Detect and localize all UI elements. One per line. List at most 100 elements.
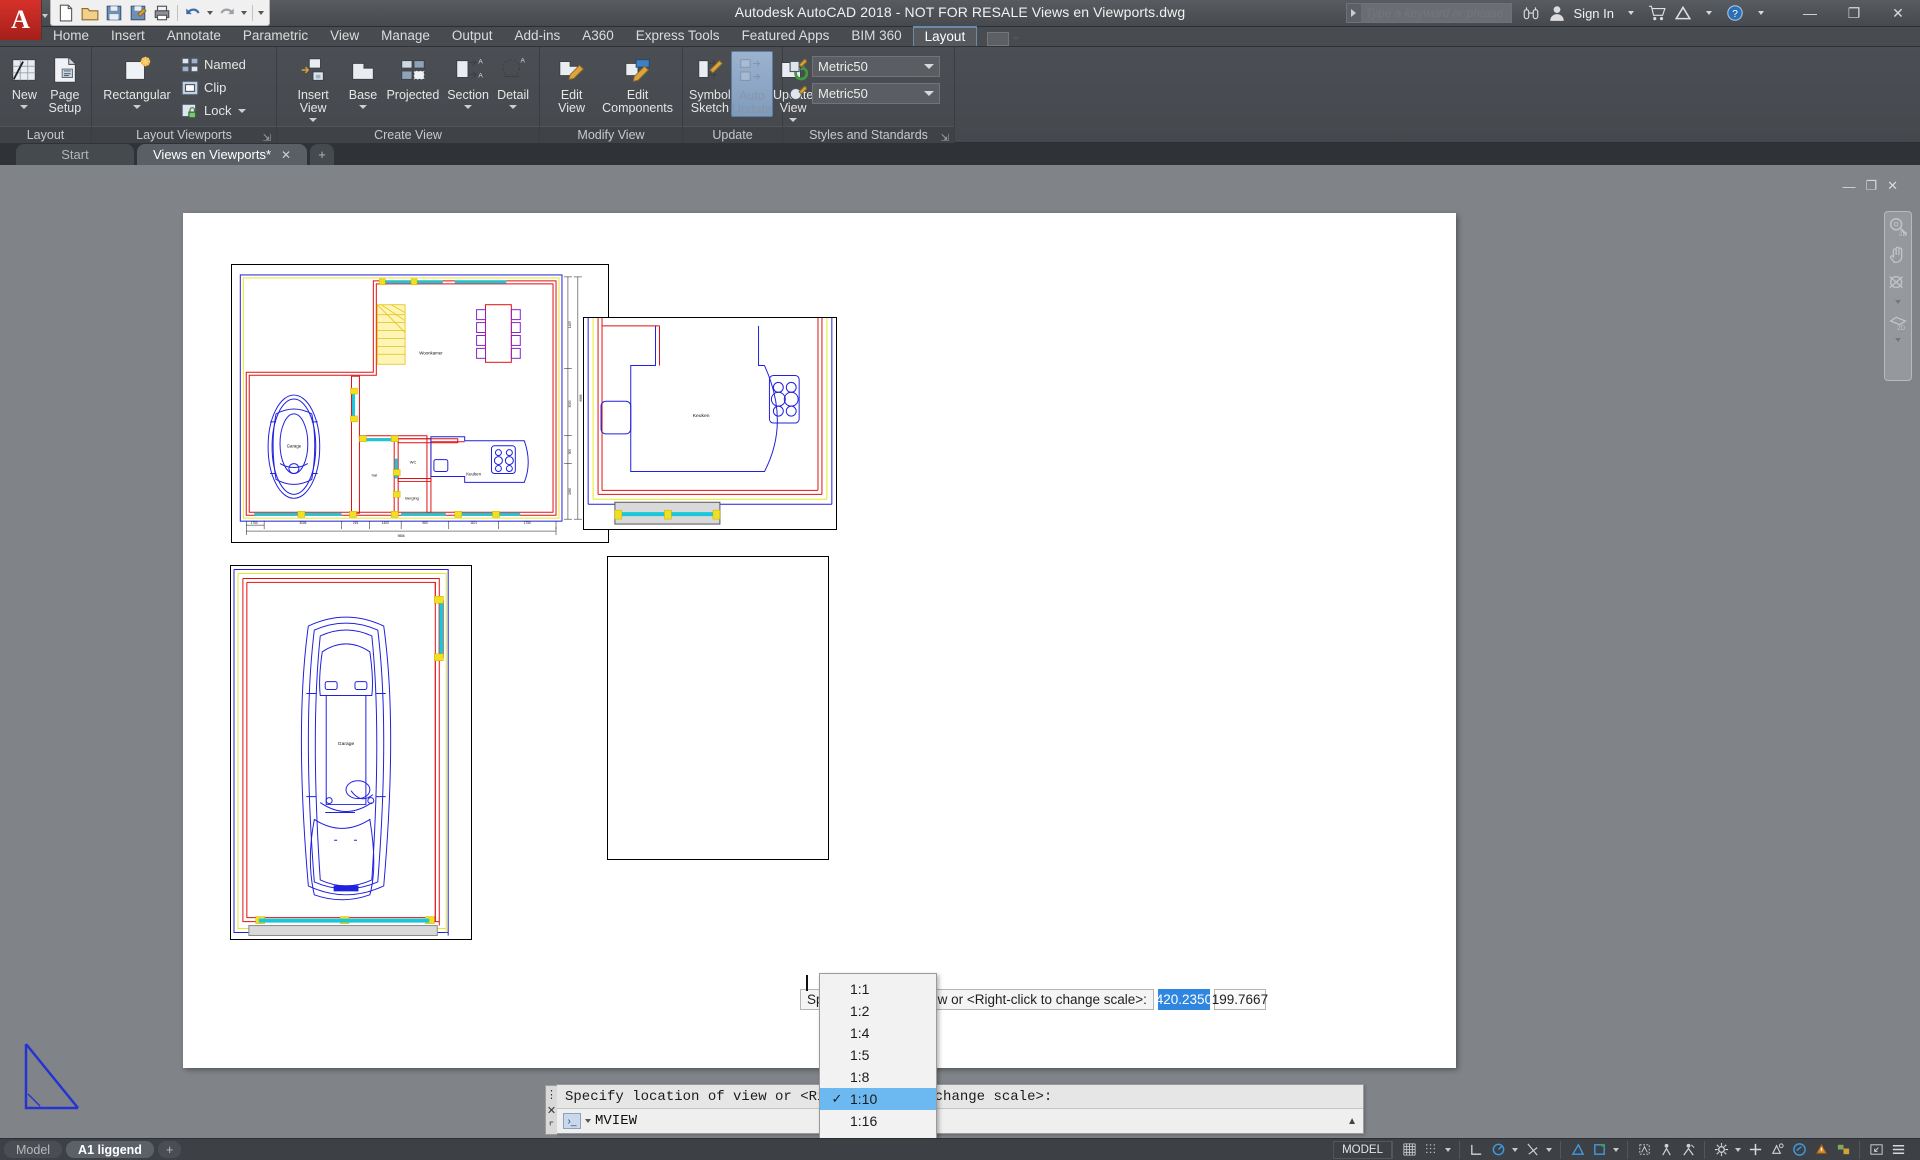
ribbon-tab-view[interactable]: View xyxy=(319,26,370,46)
symbol-sketch-button[interactable]: Symbol Sketch xyxy=(689,51,731,115)
detail-style-select[interactable]: Metric50 xyxy=(812,83,940,104)
scale-option-1-20[interactable]: 1:20 xyxy=(820,1132,936,1138)
ribbon-minimize-dropdown-icon[interactable] xyxy=(1013,37,1020,41)
ribbon-tab-insert[interactable]: Insert xyxy=(100,26,156,46)
ribbon-tab-annotate[interactable]: Annotate xyxy=(156,26,232,46)
insert-view-button[interactable]: Insert View xyxy=(283,51,343,122)
osnap-menu-icon[interactable] xyxy=(1613,1147,1619,1152)
ribbon-tab-home[interactable]: Home xyxy=(42,26,100,46)
command-line-input-row[interactable]: ›_ MVIEW ▲ xyxy=(557,1109,1363,1133)
autodesk-dropdown-icon[interactable] xyxy=(1696,0,1722,26)
detail-view-dropdown-icon[interactable] xyxy=(509,105,518,109)
zoom-2d-icon[interactable]: 2D xyxy=(1887,216,1909,238)
command-line-options-icon[interactable]: ⌜ xyxy=(549,1120,554,1133)
snap-mode-icon[interactable] xyxy=(1420,1141,1442,1159)
viewport-new-placement[interactable] xyxy=(607,556,829,860)
rectangular-viewport-button[interactable]: Rectangular xyxy=(98,51,176,109)
detail-style-chevron-down-icon[interactable] xyxy=(924,91,934,96)
base-view-dropdown-icon[interactable] xyxy=(359,105,367,109)
steering-wheel-dropdown-icon[interactable] xyxy=(1895,338,1901,342)
layout-tab-model[interactable]: Model xyxy=(4,1141,63,1158)
viewport-close-button[interactable]: ✕ xyxy=(1887,178,1898,194)
grid-display-icon[interactable] xyxy=(1398,1141,1420,1159)
sign-in-dropdown-icon[interactable] xyxy=(1618,0,1644,26)
osnap-settings-icon[interactable] xyxy=(1588,1141,1610,1159)
scale-option-1-1[interactable]: 1:1 xyxy=(820,978,936,1000)
search-input[interactable] xyxy=(1360,4,1511,22)
auto-update-button[interactable]: Auto Update xyxy=(730,51,773,117)
scale-option-1-8[interactable]: 1:8 xyxy=(820,1066,936,1088)
section-style-select[interactable]: Metric50 xyxy=(812,56,940,77)
file-tab-new[interactable]: + xyxy=(310,144,335,165)
viewport-floor-plan[interactable]: Garage Woonkamer hal WC Keuken Berging 1… xyxy=(231,264,609,543)
hardware-accel-icon[interactable] xyxy=(1788,1141,1810,1159)
layout-tab-add[interactable]: + xyxy=(157,1141,182,1158)
scale-option-1-5[interactable]: 1:5 xyxy=(820,1044,936,1066)
layout-paper[interactable]: Garage Woonkamer hal WC Keuken Berging 1… xyxy=(183,213,1456,1068)
named-viewports-button[interactable]: Named xyxy=(178,54,249,75)
redo-dropdown-icon[interactable] xyxy=(240,2,248,24)
autoscale-icon[interactable] xyxy=(1655,1141,1677,1159)
help-icon[interactable]: ? xyxy=(1722,0,1748,26)
annotation-scale-icon[interactable] xyxy=(1677,1141,1699,1159)
pan-icon[interactable] xyxy=(1887,244,1909,266)
annotation-visibility-icon[interactable] xyxy=(1633,1141,1655,1159)
close-icon[interactable]: ✕ xyxy=(547,1104,556,1117)
minimize-button[interactable]: — xyxy=(1788,0,1832,26)
section-view-dropdown-icon[interactable] xyxy=(464,105,473,109)
scale-option-1-16[interactable]: 1:16 xyxy=(820,1110,936,1132)
viewport-restore-button[interactable]: ❐ xyxy=(1865,178,1877,194)
workspace-dropdown-icon[interactable] xyxy=(1735,1147,1741,1152)
scale-option-1-10[interactable]: ✓ 1:10 xyxy=(820,1088,936,1110)
redo-icon[interactable] xyxy=(216,2,238,24)
save-icon[interactable] xyxy=(103,2,125,24)
dynamic-input-x-field[interactable]: 420.2350 xyxy=(1156,989,1212,1010)
orbit-icon[interactable] xyxy=(1887,272,1909,294)
application-menu-dropdown-icon[interactable] xyxy=(42,14,48,18)
edit-components-button[interactable]: Edit Components xyxy=(599,51,676,115)
lock-viewport-button[interactable]: Lock xyxy=(178,100,249,121)
space-toggle-button[interactable]: MODEL xyxy=(1333,1140,1392,1159)
plot-icon[interactable] xyxy=(151,2,173,24)
ribbon-tab-a360[interactable]: A360 xyxy=(571,26,625,46)
edit-view-button[interactable]: Edit View xyxy=(546,51,597,115)
section-view-button[interactable]: AA Section xyxy=(445,51,491,109)
customization-plus-icon[interactable] xyxy=(1744,1141,1766,1159)
new-layout-dropdown-icon[interactable] xyxy=(20,105,29,109)
ribbon-tab-manage[interactable]: Manage xyxy=(370,26,441,46)
close-icon[interactable]: ✕ xyxy=(281,148,291,162)
ribbon-tab-parametric[interactable]: Parametric xyxy=(232,26,319,46)
undo-icon[interactable] xyxy=(182,2,204,24)
navigation-bar[interactable]: 2D 2D xyxy=(1884,211,1912,381)
layout-tab-a1-liggend[interactable]: A1 liggend xyxy=(66,1141,154,1158)
command-line-expand-icon[interactable]: ▲ xyxy=(1347,1116,1357,1127)
projected-view-button[interactable]: Projected xyxy=(383,51,443,102)
ribbon-tab-bim360[interactable]: BIM 360 xyxy=(840,26,912,46)
search-dropdown-icon[interactable] xyxy=(1347,3,1361,23)
ribbon-tab-express-tools[interactable]: Express Tools xyxy=(625,26,731,46)
scale-option-1-2[interactable]: 1:2 xyxy=(820,1000,936,1022)
object-snap-dropdown-icon[interactable] xyxy=(1546,1147,1552,1152)
insert-view-dropdown-icon[interactable] xyxy=(309,118,318,122)
command-line-drag-handle-icon[interactable]: ⋮ xyxy=(546,1088,557,1101)
command-prompt-icon[interactable]: ›_ xyxy=(563,1113,581,1129)
sign-in-button[interactable]: Sign In xyxy=(1570,6,1618,21)
osnap-icon[interactable] xyxy=(1566,1141,1588,1159)
binoculars-icon[interactable] xyxy=(1518,0,1544,26)
performance-warning-icon[interactable] xyxy=(1810,1141,1832,1159)
command-line-grip[interactable]: ⋮ ✕ ⌜ xyxy=(545,1085,557,1135)
drawing-canvas[interactable]: — ❐ ✕ 2D 2D Garage Woonkamer hal WC Keuk… xyxy=(0,165,1920,1138)
scale-dropdown-menu[interactable]: 1:1 1:2 1:4 1:5 1:8 ✓ 1:10 1:16 xyxy=(819,973,937,1138)
isolate-objects-icon[interactable] xyxy=(1766,1141,1788,1159)
save-as-icon[interactable] xyxy=(127,2,149,24)
application-menu-button[interactable]: A xyxy=(0,0,42,40)
cart-icon[interactable] xyxy=(1644,0,1670,26)
grid-snap-dropdown-icon[interactable] xyxy=(1445,1147,1451,1152)
page-setup-button[interactable]: Page Setup xyxy=(45,51,85,115)
ribbon-display-options[interactable] xyxy=(987,32,1020,46)
viewport-minimize-button[interactable]: — xyxy=(1842,179,1855,194)
ribbon-tab-addins[interactable]: Add-ins xyxy=(503,26,571,46)
section-style-chevron-down-icon[interactable] xyxy=(924,64,934,69)
close-button[interactable]: ✕ xyxy=(1876,0,1920,26)
help-dropdown-icon[interactable] xyxy=(1748,0,1774,26)
